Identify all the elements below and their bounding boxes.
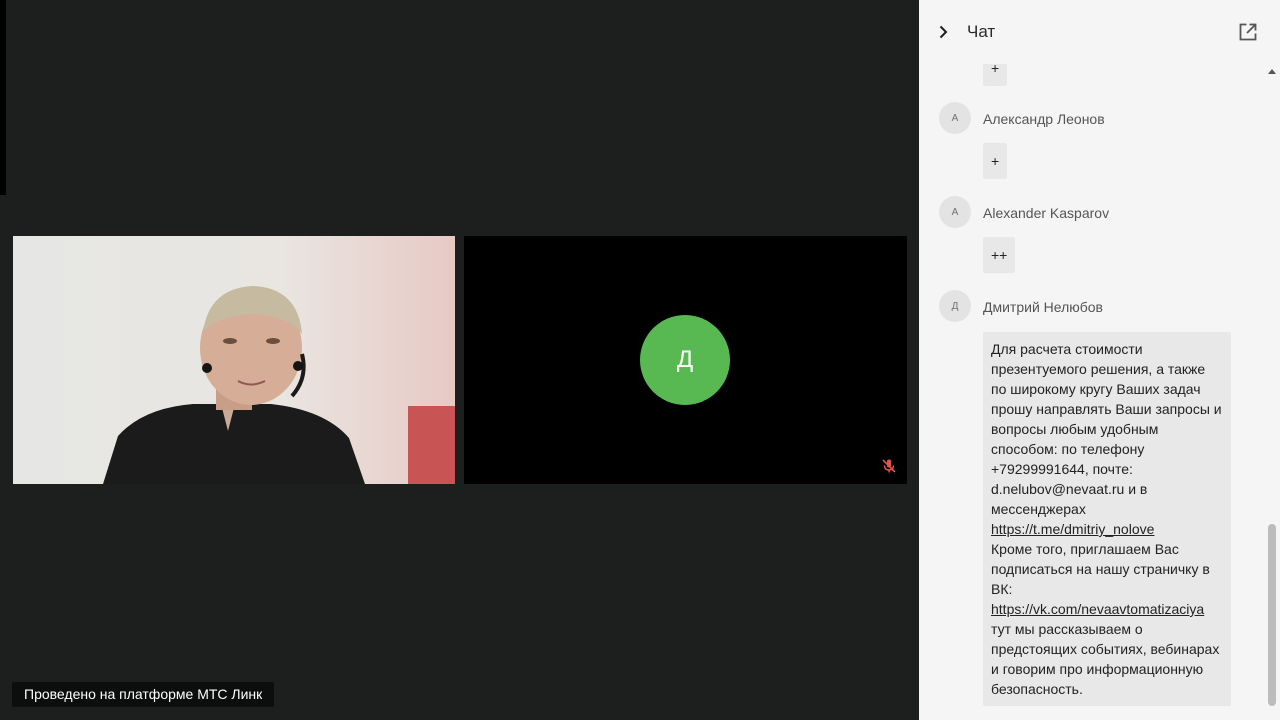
author-name: Александр Леонов — [983, 111, 1105, 127]
participant-avatar-tile[interactable]: Д — [464, 236, 907, 484]
scroll-up-arrow-icon[interactable] — [1268, 69, 1276, 74]
chat-header: Чат — [919, 0, 1280, 64]
edge-strip — [0, 0, 6, 195]
external-link-icon[interactable] — [1238, 22, 1258, 42]
message-bubble: Для расчета стоимости презентуемого реше… — [983, 332, 1231, 706]
author-avatar: А — [939, 102, 971, 134]
message-text: тут мы рассказываем о предстоящих событи… — [991, 621, 1220, 697]
participant-video — [13, 236, 455, 484]
participant-avatar: Д — [640, 315, 730, 405]
author-name: Alexander Kasparov — [983, 205, 1110, 221]
chat-panel: Чат + А Александр Леонов + A Alexander K… — [919, 0, 1280, 720]
video-stage: Д Проведено на платформе МТС Линк — [0, 0, 919, 720]
scrollbar-thumb[interactable] — [1268, 524, 1276, 706]
author-name: Дмитрий Нелюбов — [983, 299, 1103, 315]
chat-title: Чат — [967, 22, 996, 41]
author-avatar: Д — [939, 290, 971, 322]
message-bubble: + — [983, 64, 1008, 86]
author-avatar: A — [939, 196, 971, 228]
message-bubble: ++ — [983, 237, 1016, 273]
mic-off-icon — [882, 459, 896, 473]
message-text: Для расчета стоимости презентуемого реше… — [991, 341, 1222, 517]
telegram-link[interactable]: https://t.me/dmitriy_nolove — [991, 521, 1154, 537]
chat-message-list[interactable]: + А Александр Леонов + A Alexander Kaspa… — [919, 64, 1280, 720]
vk-link[interactable]: https://vk.com/nevaavtomatizaciya — [991, 601, 1204, 617]
participant-initial: Д — [676, 346, 694, 373]
chevron-right-icon[interactable] — [935, 24, 951, 40]
participant-video-tile[interactable] — [13, 236, 455, 484]
message-text: Кроме того, приглашаем Вас подписаться н… — [991, 541, 1210, 597]
message-bubble: + — [983, 143, 1008, 179]
platform-branding: Проведено на платформе МТС Линк — [12, 682, 275, 707]
